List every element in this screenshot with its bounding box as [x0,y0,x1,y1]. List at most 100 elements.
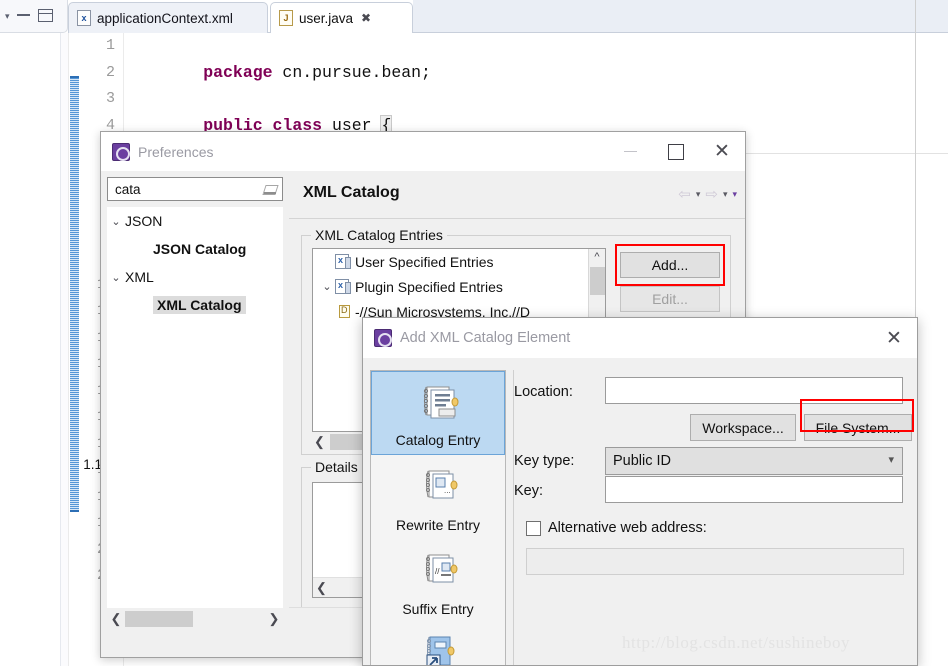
type-item-label: Suffix Entry [402,601,474,617]
code-token: cn.pursue.bean; [272,62,431,82]
scroll-left-icon[interactable]: ❮ [314,434,325,450]
type-item-delegate-entry[interactable] [371,623,505,665]
code-text: package cn.pursue.bean; public class use… [124,33,904,136]
list-item[interactable]: User Specified Entries [313,249,605,274]
scrollbar-thumb[interactable] [125,611,193,627]
close-button[interactable]: ✕ [871,318,917,358]
tree-item-xml[interactable]: ⌄ XML [107,263,283,291]
page-navigation: ⇦ ▾ ⇨ ▾ ▾ [678,185,737,203]
view-menu-caret-icon[interactable]: ▾ [5,11,10,22]
xml-catalog-icon [335,279,351,294]
group-label: XML Catalog Entries [311,227,447,243]
key-type-label: Key type: [514,453,575,469]
maximize-button[interactable] [653,132,699,171]
tab-applicationcontext-xml[interactable]: x applicationContext.xml [68,2,268,33]
line-number: 2 [105,63,115,81]
alternative-web-address-label: Alternative web address: [548,520,707,536]
add-button[interactable]: Add... [620,252,720,278]
back-arrow-icon[interactable]: ⇦ [678,185,691,203]
type-item-label: Catalog Entry [395,432,481,448]
location-label: Location: [514,384,573,400]
editor-top-bar: ▾ x applicationContext.xml J user.java ✖ [0,0,948,34]
close-button[interactable]: ✕ [699,132,745,171]
location-input[interactable] [605,377,903,404]
line-number: 3 [105,90,115,107]
add-xml-catalog-element-dialog: Add XML Catalog Element ✕ Catalog Entry … [362,317,918,666]
minimize-view-icon[interactable] [17,12,30,16]
delegate-entry-icon [416,632,460,665]
preferences-tree-hscrollbar[interactable]: ❮ ❯ [107,608,283,630]
chevron-down-icon[interactable]: ▾ [888,453,894,466]
preferences-title-bar: Preferences ✕ [101,132,745,171]
chevron-down-icon[interactable]: ⌄ [107,215,125,228]
chevron-down-icon[interactable]: ⌄ [107,271,125,284]
catalog-entry-form: Location: Workspace... File System... Ke… [513,370,912,665]
view-controls: ▾ [0,0,68,33]
alternative-web-address-row[interactable]: Alternative web address: [526,520,707,536]
watermark-text: http://blog.csdn.net/sushineboy [622,633,850,652]
tab-user-java[interactable]: J user.java ✖ [270,2,413,34]
back-history-caret-icon[interactable]: ▾ [696,189,701,200]
tree-item-xml-catalog[interactable]: XML Catalog [107,291,283,319]
svg-text://: // [435,567,440,576]
page-menu-caret-icon[interactable]: ▾ [732,189,737,200]
tree-item-label: JSON [125,213,163,229]
type-item-rewrite-entry[interactable]: ... Rewrite Entry [371,455,505,539]
preferences-tree[interactable]: ⌄ JSON JSON Catalog ⌄ XML XML Catalog [107,207,283,608]
key-input[interactable] [605,476,903,503]
list-item[interactable]: ⌄ Plugin Specified Entries [313,274,605,299]
type-item-label: Rewrite Entry [395,517,481,533]
forward-history-caret-icon[interactable]: ▾ [723,189,728,200]
line-number: 1 [105,37,115,54]
minimize-button[interactable] [607,132,653,171]
forward-arrow-icon[interactable]: ⇨ [705,185,718,203]
tree-item-label: JSON Catalog [153,241,247,257]
tab-bar-filler [413,0,948,33]
scrollbar-thumb[interactable] [590,267,605,295]
clear-filter-icon[interactable] [263,182,277,196]
xml-file-icon: x [77,10,91,26]
workspace-button[interactable]: Workspace... [690,414,796,441]
svg-text:...: ... [444,486,451,495]
type-item-suffix-entry[interactable]: // Suffix Entry [371,539,505,623]
window-controls: ✕ [607,132,745,171]
close-icon[interactable]: ✖ [361,11,371,25]
java-file-icon: J [279,10,293,26]
preferences-title: Preferences [138,143,214,160]
edit-button[interactable]: Edit... [620,286,720,312]
chevron-down-icon[interactable]: ⌄ [319,280,335,293]
dtd-icon [339,305,350,318]
scroll-left-icon[interactable]: ❮ [107,611,125,627]
filter-input[interactable] [113,179,258,199]
xml-catalog-icon [335,254,351,269]
keyword-token: package [203,62,273,82]
code-line: public class user { [124,86,904,136]
alternative-web-address-checkbox[interactable] [526,520,541,536]
tree-item-json[interactable]: ⌄ JSON [107,207,283,235]
key-label: Key: [514,483,544,499]
rewrite-entry-icon: ... [416,464,460,508]
add-dialog-gear-icon [374,329,392,347]
type-item-catalog-entry[interactable]: Catalog Entry [371,371,505,455]
editor-tab-bar: x applicationContext.xml J user.java ✖ [68,0,948,34]
tree-item-json-catalog[interactable]: JSON Catalog [107,235,283,263]
catalog-entry-icon [416,381,460,425]
maximize-view-icon[interactable] [38,9,53,22]
entry-type-list[interactable]: Catalog Entry ... Rewrite Entry // Suffi… [370,370,506,665]
filter-box[interactable] [107,177,283,201]
page-title: XML Catalog [303,184,400,201]
editor-left-strip [60,33,68,666]
scroll-left-icon[interactable]: ❮ [316,580,327,596]
page-header: XML Catalog ⇦ ▾ ⇨ ▾ ▾ [289,171,745,219]
preferences-gear-icon [112,142,130,161]
tree-item-label: XML [125,269,154,285]
add-dialog-title-bar: Add XML Catalog Element ✕ [363,318,917,358]
scroll-right-icon[interactable]: ❯ [265,611,283,627]
alternative-web-address-input[interactable] [526,548,904,575]
key-type-select[interactable]: Public ID ▾ [605,447,903,475]
file-system-button[interactable]: File System... [804,414,912,441]
tab-label: applicationContext.xml [97,10,233,26]
tree-item-label: XML Catalog [153,296,246,314]
code-line: package cn.pursue.bean; [124,33,904,82]
scroll-up-icon[interactable]: ^ [589,249,605,266]
